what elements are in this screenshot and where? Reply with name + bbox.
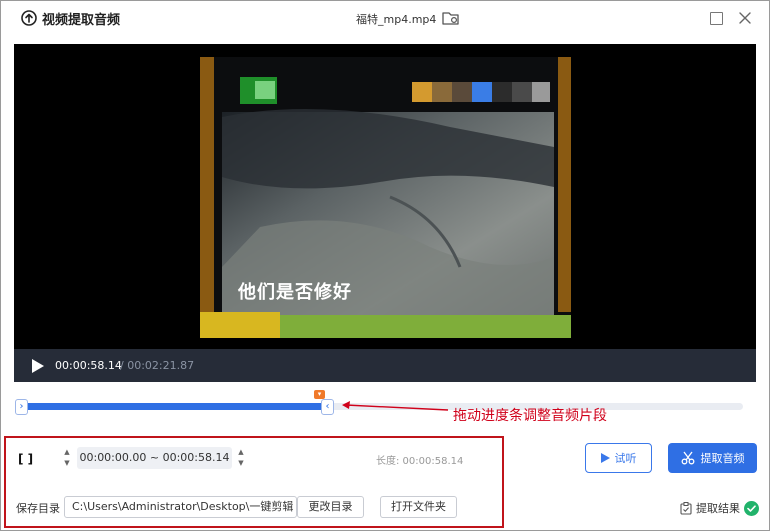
preview-button[interactable]: 试听 <box>585 443 652 473</box>
maximize-icon[interactable] <box>710 12 723 25</box>
timeline-selection[interactable] <box>23 403 328 410</box>
extract-result-link[interactable]: 提取结果 <box>680 500 759 516</box>
video-subtitle: 他们是否修好 <box>238 282 352 303</box>
open-folder-button[interactable]: 打开文件夹 <box>380 496 457 518</box>
back-arrow-icon[interactable] <box>21 10 37 26</box>
file-name: 福特_mp4.mp4 <box>356 13 437 26</box>
result-label: 提取结果 <box>696 502 740 515</box>
folder-settings-icon[interactable] <box>441 9 461 27</box>
duration-label: 长度: 00:00:58.14 <box>376 456 464 467</box>
save-directory-label: 保存目录 <box>16 502 60 515</box>
stepper-up-icon[interactable]: ▲ <box>62 447 72 458</box>
stepper-up-icon[interactable]: ▲ <box>236 447 246 458</box>
clipboard-icon <box>680 501 692 515</box>
extract-audio-button[interactable]: 提取音频 <box>668 443 757 473</box>
play-icon <box>600 453 610 463</box>
close-icon[interactable] <box>737 10 753 26</box>
success-check-icon <box>744 500 759 516</box>
save-path-field[interactable]: C:\Users\Administrator\Desktop\一键剪辑 <box>64 496 297 518</box>
annotation-arrow-icon <box>342 401 449 411</box>
stepper-down-icon[interactable]: ▼ <box>236 458 246 469</box>
extract-button-label: 提取音频 <box>700 452 745 465</box>
range-end-handle[interactable]: ‹ <box>321 399 334 415</box>
playhead-marker[interactable]: ▾ <box>314 390 325 399</box>
preview-button-label: 试听 <box>614 452 637 465</box>
scissors-icon <box>681 451 694 465</box>
time-range-field[interactable]: 00:00:00.00 ~ 00:00:58.14 <box>77 447 232 469</box>
bracket-icon[interactable]: [ ] <box>18 452 48 466</box>
end-time-stepper[interactable]: ▲ ▼ <box>236 447 246 469</box>
app-title: 视频提取音频 <box>42 13 121 28</box>
change-directory-button[interactable]: 更改目录 <box>297 496 364 518</box>
play-icon[interactable] <box>31 358 45 374</box>
start-time-stepper[interactable]: ▲ ▼ <box>62 447 72 469</box>
range-start-handle[interactable]: › <box>15 399 28 415</box>
current-time: 00:00:58.14 <box>55 359 122 372</box>
total-time: / 00:02:21.87 <box>120 359 195 372</box>
stepper-down-icon[interactable]: ▼ <box>62 458 72 469</box>
annotation-text: 拖动进度条调整音频片段 <box>453 408 607 424</box>
